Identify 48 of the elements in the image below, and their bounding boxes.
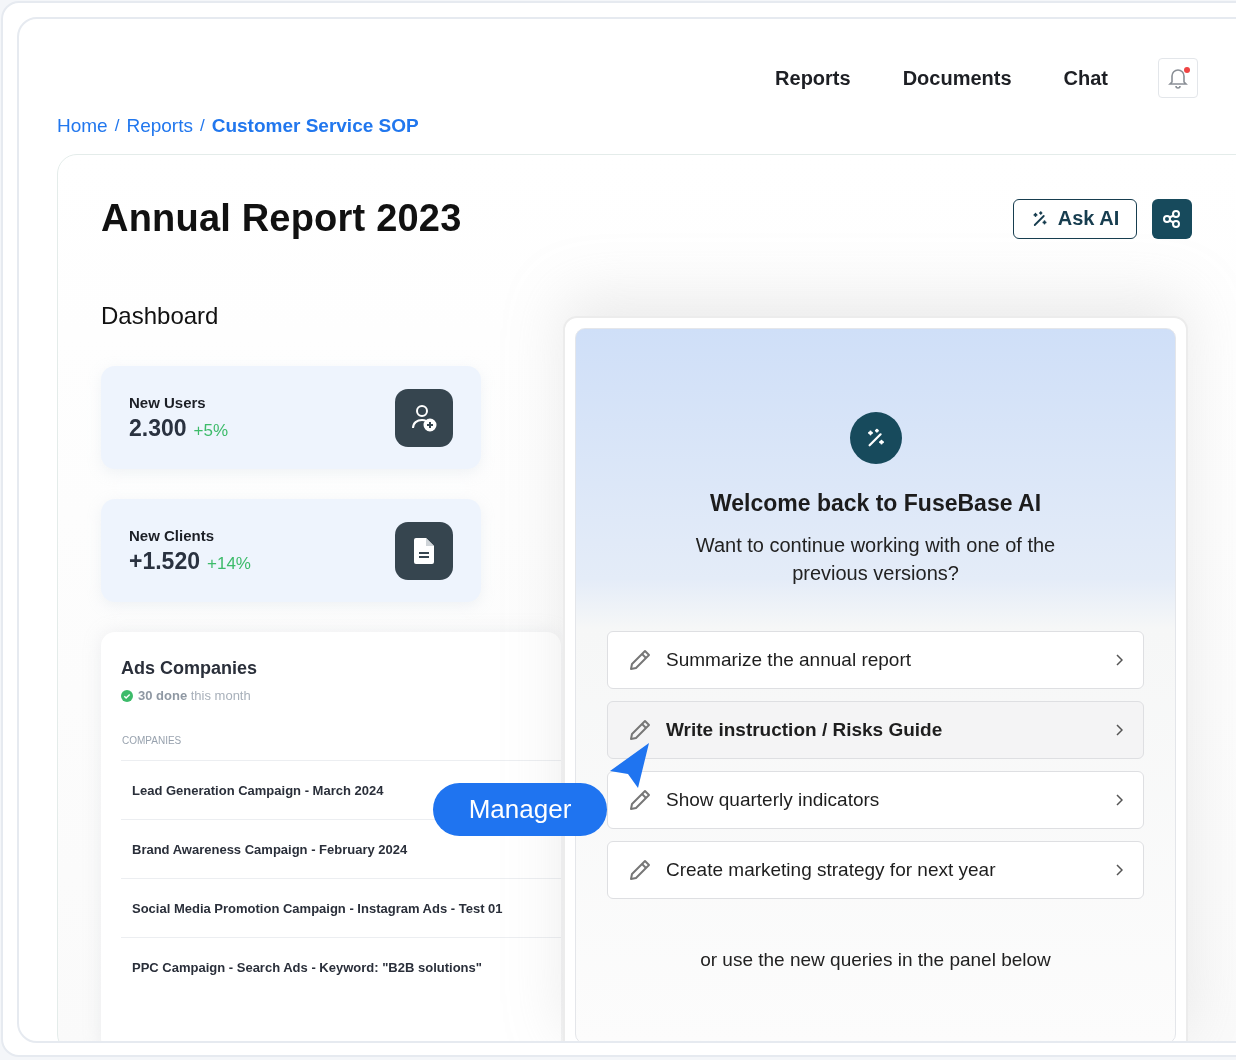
check-circle-icon xyxy=(121,689,133,702)
pencil-icon xyxy=(628,718,652,742)
card-title: Ads Companies xyxy=(121,658,259,679)
stat-label: New Users xyxy=(129,393,207,411)
prompt-option[interactable]: Create marketing strategy for next year xyxy=(607,841,1144,899)
section-title: Dashboard xyxy=(101,302,220,330)
chevron-right-icon xyxy=(1115,864,1123,876)
share-button[interactable] xyxy=(1152,198,1192,239)
campaign-name[interactable]: Brand Awareness Campaign - February 2024 xyxy=(132,841,408,857)
panel-subtitle: Want to continue working with one of the previous versions? xyxy=(694,533,1057,586)
campaign-name[interactable]: Social Media Promotion Campaign - Instagram Ads - Test 01 xyxy=(132,900,503,916)
stat-value: +1.520 xyxy=(129,547,200,575)
chevron-right-icon xyxy=(1115,654,1123,666)
nav-link[interactable]: Chat xyxy=(1063,66,1108,90)
campaign-name[interactable]: PPC Campaign - Search Ads - Keyword: "B2B solutions" xyxy=(132,959,482,975)
pointer-cursor-icon xyxy=(609,741,651,789)
breadcrumb-link[interactable]: Reports xyxy=(126,115,193,137)
breadcrumb-separator: / xyxy=(199,116,205,136)
chevron-right-icon xyxy=(1115,794,1123,806)
user-add-icon xyxy=(411,403,437,432)
breadcrumb-separator: / xyxy=(114,116,120,136)
prompt-option[interactable]: Show quarterly indicators xyxy=(607,771,1144,829)
stat-change: +14% xyxy=(207,553,251,574)
chevron-right-icon xyxy=(1115,724,1123,736)
document-icon xyxy=(414,537,434,564)
breadcrumb-link[interactable]: Home xyxy=(57,115,108,137)
stat-change: +5% xyxy=(193,420,229,441)
nav-link[interactable]: Reports xyxy=(775,66,851,90)
prompt-option[interactable]: Summarize the annual report xyxy=(607,631,1144,689)
pencil-icon xyxy=(628,648,652,672)
pencil-icon xyxy=(628,858,652,882)
campaign-name[interactable]: Lead Generation Campaign - March 2024 xyxy=(132,782,384,798)
page-title: Annual Report 2023 xyxy=(101,197,462,240)
bell-icon xyxy=(1168,67,1188,89)
card-subtitle: 30 done this month xyxy=(138,688,251,703)
breadcrumb-link[interactable]: Customer Service SOP xyxy=(211,115,419,137)
pencil-icon xyxy=(628,788,652,812)
column-header: COMPANIES xyxy=(122,735,183,746)
cursor-label: Manager xyxy=(433,783,607,836)
notification-button[interactable] xyxy=(1158,58,1198,98)
nav-link[interactable]: Documents xyxy=(902,66,1012,90)
ask-ai-button[interactable]: Ask AI xyxy=(1013,198,1137,239)
stat-label: New Clients xyxy=(129,526,216,544)
stat-value: 2.300 xyxy=(129,414,187,442)
panel-title: Welcome back to FuseBase AI xyxy=(709,490,1042,517)
share-icon xyxy=(1162,208,1182,229)
panel-hint: or use the new queries in the panel below xyxy=(700,949,1051,971)
prompt-option[interactable]: Write instruction / Risks Guide xyxy=(607,701,1144,759)
